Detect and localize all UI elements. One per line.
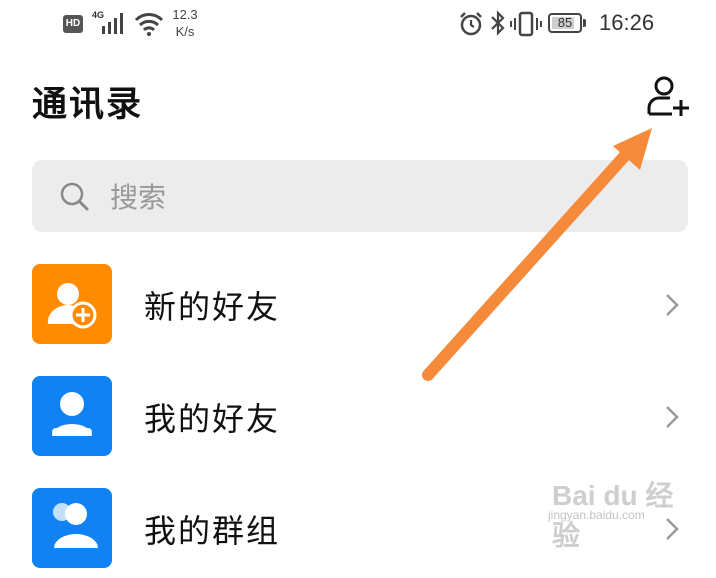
battery-indicator: 85 xyxy=(548,13,582,33)
list-item-label: 我的好友 xyxy=(144,400,281,438)
new-friend-icon xyxy=(47,283,97,329)
my-friends-icon xyxy=(52,392,92,436)
my-groups-icon xyxy=(53,503,98,548)
hd-badge: HD xyxy=(63,15,83,33)
search-icon xyxy=(60,182,89,211)
wifi-icon xyxy=(134,13,164,36)
signal-icon xyxy=(102,13,123,34)
my-groups-icon-tile xyxy=(32,488,112,568)
chevron-right-icon xyxy=(666,406,679,428)
new-friend-icon-tile xyxy=(32,264,112,344)
vibrate-icon xyxy=(510,11,542,37)
my-friends-icon-tile xyxy=(32,376,112,456)
chevron-right-icon xyxy=(666,518,679,540)
battery-level: 85 xyxy=(557,15,573,30)
clock: 16:26 xyxy=(599,10,655,35)
list-item-label: 新的好友 xyxy=(144,288,281,326)
page-title: 通讯录 xyxy=(32,84,144,125)
speed-unit: K/s xyxy=(175,24,195,39)
search-bar[interactable] xyxy=(32,160,688,232)
list-item-label: 我的群组 xyxy=(144,512,281,550)
chevron-right-icon xyxy=(666,294,679,316)
search-input[interactable] xyxy=(108,176,652,218)
alarm-icon xyxy=(460,12,482,36)
add-user-icon xyxy=(647,76,689,116)
add-contact-button[interactable] xyxy=(644,74,692,118)
speed-value: 12.3 xyxy=(172,7,198,22)
list-item-my-friends[interactable]: 我的好友 xyxy=(0,376,716,466)
bluetooth-icon xyxy=(491,10,505,36)
network-speed: 12.3 K/s xyxy=(168,6,202,40)
list-item-my-groups[interactable]: 我的群组 xyxy=(0,488,716,578)
list-item-new-friends[interactable]: 新的好友 xyxy=(0,264,716,354)
status-bar: HD 4G 12.3 K/s 85 16:26 xyxy=(0,0,716,48)
battery-tip xyxy=(583,19,586,27)
